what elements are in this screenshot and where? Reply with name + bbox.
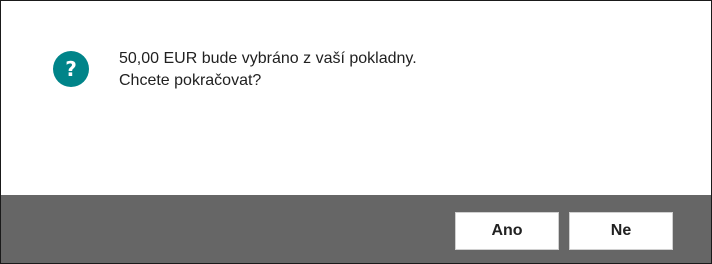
message-line-2: Chcete pokračovat?: [119, 72, 262, 89]
confirmation-dialog: ? 50,00 EUR bude vybráno z vaší pokladny…: [0, 0, 712, 264]
dialog-footer: Ano Ne: [1, 195, 711, 263]
message-line-1: 50,00 EUR bude vybráno z vaší pokladny.: [119, 50, 417, 67]
dialog-message: 50,00 EUR bude vybráno z vaší pokladny. …: [119, 48, 417, 92]
yes-button[interactable]: Ano: [455, 212, 559, 250]
no-button[interactable]: Ne: [569, 212, 673, 250]
question-icon: ?: [53, 51, 89, 87]
dialog-content: ? 50,00 EUR bude vybráno z vaší pokladny…: [1, 1, 711, 195]
